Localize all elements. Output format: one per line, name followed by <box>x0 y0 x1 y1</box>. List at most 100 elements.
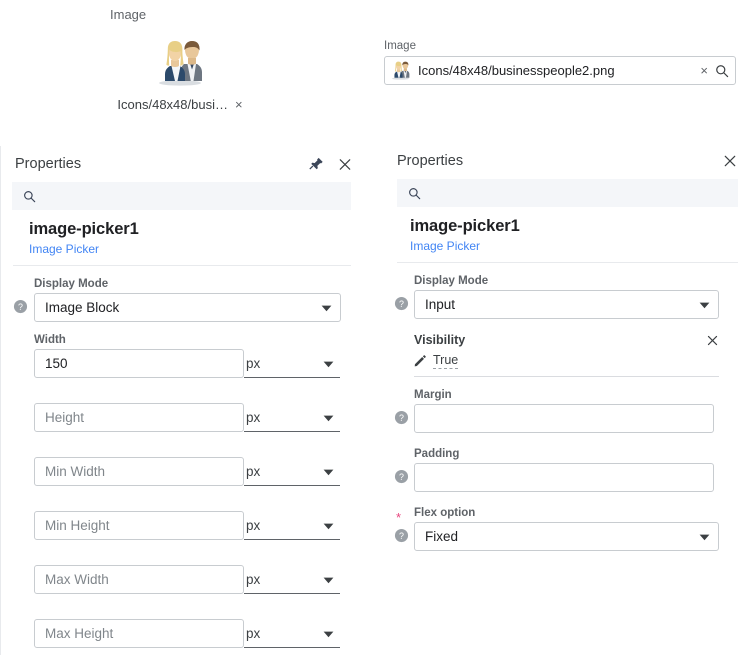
required-marker: * <box>396 510 402 525</box>
property-label: Flex option <box>414 507 476 519</box>
image-field: Image Icons/48x48/businesspeople2.png × <box>384 40 736 85</box>
property-min-width: Min Width px <box>1 457 362 486</box>
preview-filename: Icons/48x48/busi… <box>117 97 228 112</box>
display-mode-select[interactable]: Image Block <box>34 293 341 322</box>
chevron-down-icon <box>323 464 334 479</box>
chevron-down-icon <box>699 297 710 312</box>
search-icon[interactable] <box>715 64 729 78</box>
object-type-link[interactable]: Image Picker <box>410 239 751 253</box>
help-icon[interactable]: ? <box>393 527 409 543</box>
max-width-input[interactable]: Max Width <box>34 565 244 594</box>
visibility-value[interactable]: True <box>433 353 459 369</box>
object-type-link[interactable]: Image Picker <box>29 242 362 256</box>
min-width-unit-value: px <box>246 463 261 479</box>
chevron-down-icon <box>323 410 334 425</box>
preview-filename-row: Icons/48x48/busi… × <box>117 97 242 112</box>
property-flex-option: * ? Flex option Fixed <box>384 507 751 551</box>
image-clear-button[interactable]: × <box>700 64 708 77</box>
panel-title: Properties <box>397 153 464 169</box>
margin-input[interactable] <box>414 404 714 433</box>
max-height-unit-value: px <box>246 625 261 641</box>
property-label: Width <box>34 334 66 346</box>
max-height-unit-select[interactable]: px <box>244 619 340 648</box>
businesspeople-icon <box>390 61 411 80</box>
height-unit-select[interactable]: px <box>244 403 340 432</box>
help-icon[interactable]: ? <box>393 468 409 484</box>
panel-search-field[interactable] <box>429 185 738 201</box>
padding-input[interactable] <box>414 463 714 492</box>
divider <box>13 265 351 266</box>
chevron-down-icon <box>699 529 710 544</box>
preview-image-label: Image <box>110 7 147 22</box>
close-icon[interactable] <box>706 334 719 347</box>
property-padding: ? Padding <box>384 448 751 492</box>
help-icon[interactable]: ? <box>12 298 28 314</box>
svg-text:?: ? <box>399 471 404 481</box>
height-unit-value: px <box>246 409 261 425</box>
max-width-unit-select[interactable]: px <box>244 565 340 594</box>
selected-object-info: image-picker1 Image Picker <box>384 207 751 262</box>
property-label: Padding <box>414 448 460 460</box>
property-label: Margin <box>414 389 452 401</box>
svg-text:?: ? <box>18 301 23 311</box>
property-max-width: Max Width px <box>1 565 362 594</box>
max-width-unit-value: px <box>246 571 261 587</box>
properties-panel-right: Properties image-picker1 Image Picker ? … <box>384 143 751 655</box>
close-icon[interactable] <box>338 157 352 171</box>
chevron-down-icon <box>323 626 334 641</box>
svg-text:?: ? <box>399 412 404 422</box>
pencil-icon[interactable] <box>414 355 426 367</box>
width-unit-select[interactable]: px <box>244 349 340 378</box>
max-height-placeholder: Max Height <box>45 626 114 641</box>
width-unit-value: px <box>246 355 261 371</box>
min-height-unit-value: px <box>246 517 261 533</box>
property-display-mode: ? Display Mode Image Block <box>1 278 362 322</box>
min-height-input[interactable]: Min Height <box>34 511 244 540</box>
property-label: Display Mode <box>414 275 489 287</box>
object-name: image-picker1 <box>29 220 139 238</box>
min-width-unit-select[interactable]: px <box>244 457 340 486</box>
min-width-input[interactable]: Min Width <box>34 457 244 486</box>
property-min-height: Min Height px <box>1 511 362 540</box>
divider <box>397 262 738 263</box>
height-placeholder: Height <box>45 410 85 425</box>
image-preview: Icons/48x48/busi… × <box>105 40 255 112</box>
close-icon[interactable] <box>723 154 737 168</box>
property-visibility: Visibility True <box>384 333 751 377</box>
panel-search-field[interactable] <box>44 188 351 204</box>
height-input[interactable]: Height <box>34 403 244 432</box>
min-height-placeholder: Min Height <box>45 518 110 533</box>
panel-header: Properties <box>384 143 751 179</box>
chevron-down-icon <box>323 356 334 371</box>
width-input[interactable]: 150 <box>34 349 244 378</box>
divider <box>414 376 719 377</box>
panel-title: Properties <box>15 156 82 172</box>
selected-object-info: image-picker1 Image Picker <box>1 210 362 265</box>
image-path-value: Icons/48x48/businesspeople2.png <box>418 63 615 78</box>
flex-option-select[interactable]: Fixed <box>414 522 719 551</box>
display-mode-value: Input <box>425 297 456 312</box>
flex-option-value: Fixed <box>425 529 459 544</box>
pin-icon[interactable] <box>309 157 324 172</box>
property-width: Width 150 px <box>1 334 362 378</box>
search-icon <box>408 187 421 200</box>
max-width-placeholder: Max Width <box>45 572 109 587</box>
max-height-input[interactable]: Max Height <box>34 619 244 648</box>
visibility-label: Visibility <box>414 333 466 347</box>
help-icon[interactable]: ? <box>393 409 409 425</box>
panel-search-input[interactable] <box>397 179 738 207</box>
preview-clear-button[interactable]: × <box>235 98 243 111</box>
object-name: image-picker1 <box>410 217 520 235</box>
search-icon <box>23 190 36 203</box>
properties-panel-left: Properties image-picker1 Image Picker ? … <box>0 146 362 655</box>
chevron-down-icon <box>323 572 334 587</box>
chevron-down-icon <box>323 518 334 533</box>
panel-search-input[interactable] <box>12 182 351 210</box>
min-width-placeholder: Min Width <box>45 464 106 479</box>
property-max-height: Max Height px <box>1 619 362 648</box>
display-mode-select[interactable]: Input <box>414 290 719 319</box>
property-height: Height px <box>1 403 362 432</box>
image-path-input[interactable]: Icons/48x48/businesspeople2.png × <box>384 56 736 85</box>
help-icon[interactable]: ? <box>393 295 409 311</box>
min-height-unit-select[interactable]: px <box>244 511 340 540</box>
